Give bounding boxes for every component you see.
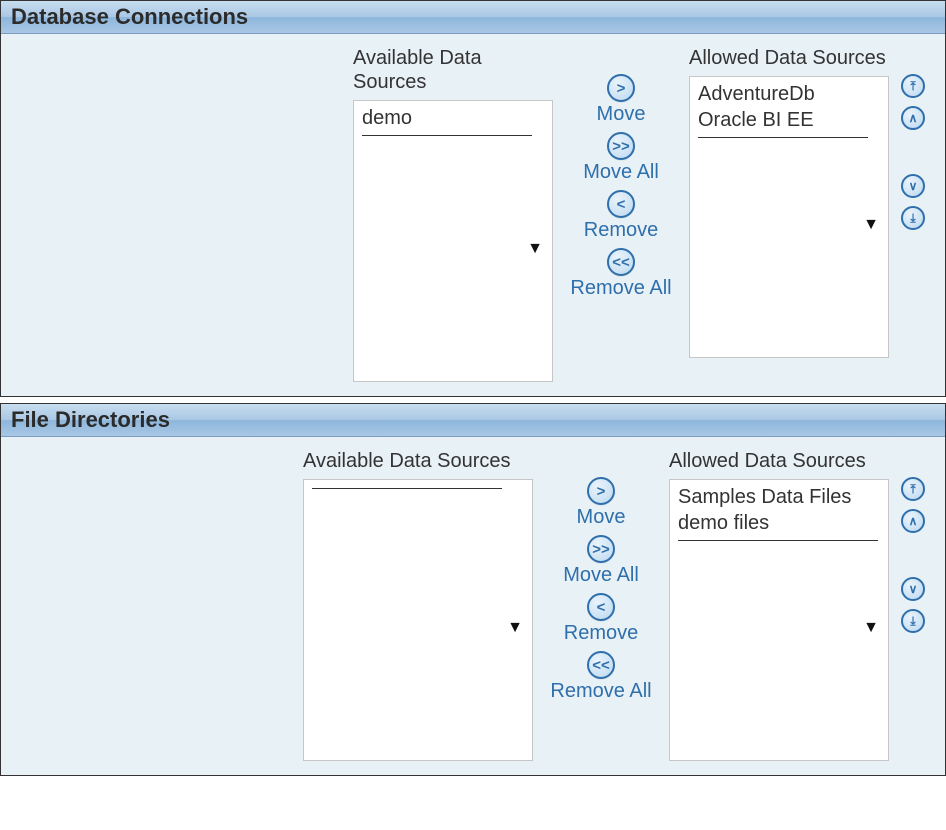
chevron-right-icon: > — [587, 477, 615, 505]
double-chevron-left-icon: << — [587, 651, 615, 679]
chevron-down-icon[interactable]: ▼ — [863, 619, 879, 637]
panel-header: File Directories — [1, 404, 945, 437]
reorder-buttons: ⤒ ∧ ∨ ⤓ — [901, 74, 925, 230]
chevron-down-icon[interactable]: ▼ — [527, 240, 543, 258]
double-chevron-right-icon: >> — [587, 535, 615, 563]
button-label: Remove All — [550, 680, 651, 703]
available-listbox[interactable]: demo — [353, 100, 553, 382]
available-listbox[interactable] — [303, 479, 533, 761]
button-label: Remove — [584, 219, 658, 242]
list-item[interactable]: Samples Data Files — [678, 484, 880, 510]
list-item[interactable]: AdventureDb — [698, 81, 880, 107]
chevron-left-icon: < — [587, 593, 615, 621]
allowed-listbox[interactable]: AdventureDb Oracle BI EE — [689, 76, 889, 358]
database-connections-panel: Database Connections Available Data Sour… — [0, 0, 946, 397]
move-top-button[interactable]: ⤒ — [901, 74, 925, 98]
move-up-button[interactable]: ∧ — [901, 106, 925, 130]
button-label: Move All — [563, 564, 639, 587]
panel-title: Database Connections — [11, 4, 248, 29]
remove-button[interactable]: < Remove — [564, 593, 638, 645]
allowed-label: Allowed Data Sources — [669, 449, 869, 473]
available-label: Available Data Sources — [303, 449, 533, 473]
remove-button[interactable]: < Remove — [584, 190, 658, 242]
panel-title: File Directories — [11, 407, 170, 432]
panel-body: Available Data Sources demo ▼ > Move >> … — [1, 34, 945, 396]
shuttle-buttons: > Move >> Move All < Remove << Remove Al… — [541, 477, 661, 707]
list-divider — [698, 137, 868, 138]
move-top-button[interactable]: ⤒ — [901, 477, 925, 501]
remove-all-button[interactable]: << Remove All — [570, 248, 671, 300]
panel-body: Available Data Sources ▼ > Move >> Move … — [1, 437, 945, 775]
button-label: Move — [597, 103, 646, 126]
button-label: Move All — [583, 161, 659, 184]
move-up-button[interactable]: ∧ — [901, 509, 925, 533]
move-down-button[interactable]: ∨ — [901, 577, 925, 601]
list-item[interactable]: demo files — [678, 510, 880, 536]
list-divider — [312, 488, 502, 489]
chevron-right-icon: > — [607, 74, 635, 102]
list-divider — [362, 135, 532, 136]
move-bottom-button[interactable]: ⤓ — [901, 609, 925, 633]
move-button[interactable]: > Move — [577, 477, 626, 529]
reorder-buttons: ⤒ ∧ ∨ ⤓ — [901, 477, 925, 633]
panel-header: Database Connections — [1, 1, 945, 34]
available-column: Available Data Sources ▼ — [303, 449, 533, 761]
list-divider — [678, 540, 878, 541]
allowed-column: Allowed Data Sources Samples Data Files … — [669, 449, 889, 761]
button-label: Remove — [564, 622, 638, 645]
button-label: Move — [577, 506, 626, 529]
list-item[interactable]: demo — [362, 105, 544, 131]
move-bottom-button[interactable]: ⤓ — [901, 206, 925, 230]
available-label: Available Data Sources — [353, 46, 513, 94]
move-all-button[interactable]: >> Move All — [583, 132, 659, 184]
chevron-left-icon: < — [607, 190, 635, 218]
remove-all-button[interactable]: << Remove All — [550, 651, 651, 703]
list-item[interactable]: Oracle BI EE — [698, 107, 880, 133]
chevron-down-icon[interactable]: ▼ — [507, 619, 523, 637]
shuttle-buttons: > Move >> Move All < Remove << Remove Al… — [561, 74, 681, 304]
allowed-listbox[interactable]: Samples Data Files demo files — [669, 479, 889, 761]
move-down-button[interactable]: ∨ — [901, 174, 925, 198]
file-directories-panel: File Directories Available Data Sources … — [0, 403, 946, 776]
allowed-label: Allowed Data Sources — [689, 46, 889, 70]
move-all-button[interactable]: >> Move All — [563, 535, 639, 587]
available-column: Available Data Sources demo ▼ — [353, 46, 553, 382]
move-button[interactable]: > Move — [597, 74, 646, 126]
chevron-down-icon[interactable]: ▼ — [863, 216, 879, 234]
double-chevron-left-icon: << — [607, 248, 635, 276]
button-label: Remove All — [570, 277, 671, 300]
double-chevron-right-icon: >> — [607, 132, 635, 160]
allowed-column: Allowed Data Sources AdventureDb Oracle … — [689, 46, 889, 358]
